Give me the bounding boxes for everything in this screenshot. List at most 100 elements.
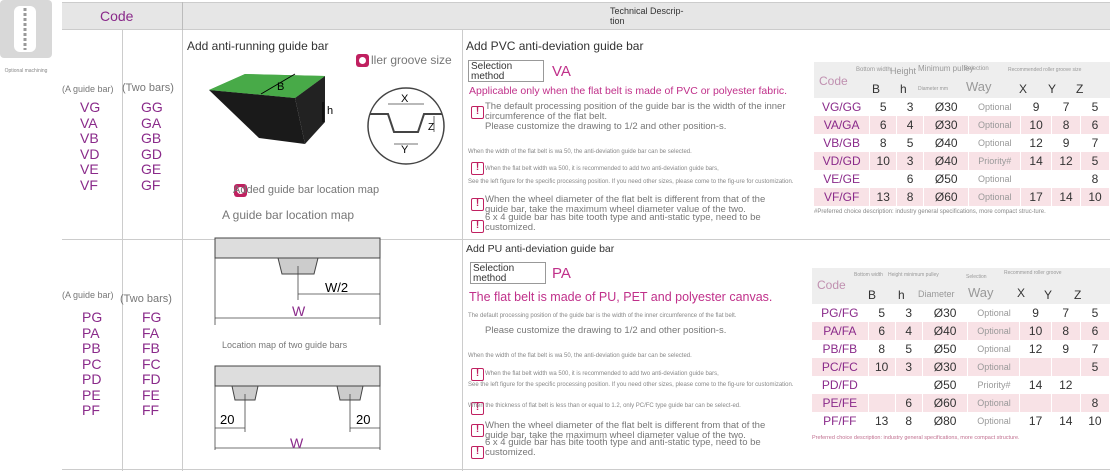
pu-note4: When the thickness of flat belt is less … [468,403,741,409]
pu-foot: Preferred choice description: industry g… [812,435,1020,441]
pvc-note1b: Please customize the drawing to 1/2 and … [485,121,727,132]
cell-y: 12 [1051,376,1081,394]
cell-y: 9 [1051,134,1082,152]
cell-h: 3 [896,98,924,116]
cell-h: 6 [895,394,923,412]
cell-d: Ø50 [923,170,970,188]
cell-h: 5 [896,134,924,152]
cell-way: Optional [967,394,1021,412]
bottom-line [62,469,1110,470]
pu-sel-method: Selection method [470,262,546,284]
cell-d: Ø50 [922,376,969,394]
col-divider [182,30,183,471]
pu-warn-4-icon: ! [471,446,484,459]
two-bars-label: Location map of two guide bars [222,340,348,350]
pvc-applicable: Applicable only when the flat belt is ma… [469,85,788,97]
cell-b: 6 [869,116,898,134]
roller-bullet-icon [356,54,369,67]
cell-d: Ø30 [923,98,970,116]
table-row: VA/GA 6 4 Ø30 Optional 10 8 6 [814,116,1110,134]
cell-z: 6 [1080,322,1110,340]
svg-text:W/2: W/2 [325,280,348,295]
pu-applicable: The flat belt is made of PU, PET and pol… [469,290,773,304]
location-diagram-2: 20 20 W [214,365,381,451]
cell-d: Ø40 [922,322,969,340]
table-row: VB/GB 8 5 Ø40 Optional 12 9 7 [814,134,1110,152]
header-divider [182,2,183,30]
cell-way: Priority# [968,152,1022,170]
groove-diagram: X Y Z [367,87,445,165]
pvc-note2: When the width of the flat belt is wa 50… [468,149,692,155]
machining-icon [0,0,52,58]
cell-z: 5 [1080,98,1110,116]
table-row: PE/FE 6 Ø60 Optional 8 [812,394,1110,412]
table-row: PC/FC 10 3 Ø30 Optional 5 [812,358,1110,376]
svg-text:h: h [327,105,333,117]
svg-text:20: 20 [220,412,234,427]
pu-note3: When the flat belt width wa 500, it is r… [485,371,719,377]
pvc-note3b: See the left figure for the specific pro… [468,179,794,185]
pu-note1: The default processing position of the g… [468,313,737,319]
cell-code: VG/GG [814,98,871,116]
cell-h: 3 [896,152,924,170]
cell-way: Optional [967,340,1021,358]
pvc-warn-3-icon: ! [471,198,484,211]
cell-z: 5 [1080,152,1110,170]
cell-code: PC/FC [812,358,869,376]
cell-d: Ø30 [922,358,969,376]
svg-text:X: X [401,93,409,105]
cell-way: Optional [968,98,1022,116]
header-tech: Technical Descrip- tion [610,6,684,26]
cell-code: VA/GA [814,116,871,134]
pu-table: PG/FG 5 3 Ø30 Optional 9 7 5 PA/FA 6 4 Ø40 Optional 1… [812,304,1110,430]
pu-note6: 6 x 4 guide bar has bite tooth type and … [485,437,761,458]
cell-way: Optional [967,358,1021,376]
cell-code: PA/FA [812,322,869,340]
cell-code: VF/GF [814,188,871,206]
pu-warn-3-icon: ! [471,424,484,437]
pu-note3b: See the left figure for the specific pro… [468,382,794,388]
cell-d: Ø40 [923,134,970,152]
cell-h: 6 [896,170,924,188]
cell-x: 10 [1020,116,1053,134]
cell-x: 14 [1020,152,1053,170]
table-row: PA/FA 6 4 Ø40 Optional 10 8 6 [812,322,1110,340]
svg-text:Z: Z [428,122,434,133]
cell-way: Optional [967,304,1021,322]
cell-d: Ø80 [922,412,969,430]
codes-1b: GG GA GB GD GE GF [141,99,163,193]
pvc-note1: The default processing position of the g… [485,101,786,122]
cell-y: 9 [1051,340,1081,358]
cell-code: PB/FB [812,340,869,358]
header-bar [62,2,1110,30]
cell-y: 7 [1051,304,1081,322]
pvc-note5: 6 x 4 guide bar has bite tooth type and … [485,212,761,233]
pvc-sel-method: Selection method [468,60,544,82]
cell-x: 12 [1019,340,1052,358]
cell-b: 13 [869,188,898,206]
cell-y [1051,170,1082,188]
cell-x [1019,394,1052,412]
svg-text:Y: Y [401,144,409,156]
cell-d: Ø30 [923,116,970,134]
cell-x: 9 [1020,98,1053,116]
col2-head-2: (Two bars) [120,293,172,305]
cell-h: 8 [896,188,924,206]
pu-title: Add PU anti-deviation guide bar [466,243,615,255]
cell-h: 4 [896,116,924,134]
cell-b [869,170,898,188]
table-row: VF/GF 13 8 Ø60 Optional 17 14 10 [814,188,1110,206]
cell-y [1051,358,1081,376]
codes-1a: VG VA VB VD VE VF [80,99,101,193]
table-row: VE/GE 6 Ø50 Optional 8 [814,170,1110,188]
cell-d: Ø50 [922,340,969,358]
cell-x: 14 [1019,376,1052,394]
cell-d: Ø30 [922,304,969,322]
cell-code: PD/FD [812,376,869,394]
pvc-warn-1-icon: ! [471,106,484,119]
cell-h: 8 [895,412,923,430]
codes-2b: FG FA FB FC FD FE FF [142,309,162,418]
col-divider-code [122,30,123,471]
cell-x: 9 [1019,304,1052,322]
cell-code: PF/FF [812,412,869,430]
